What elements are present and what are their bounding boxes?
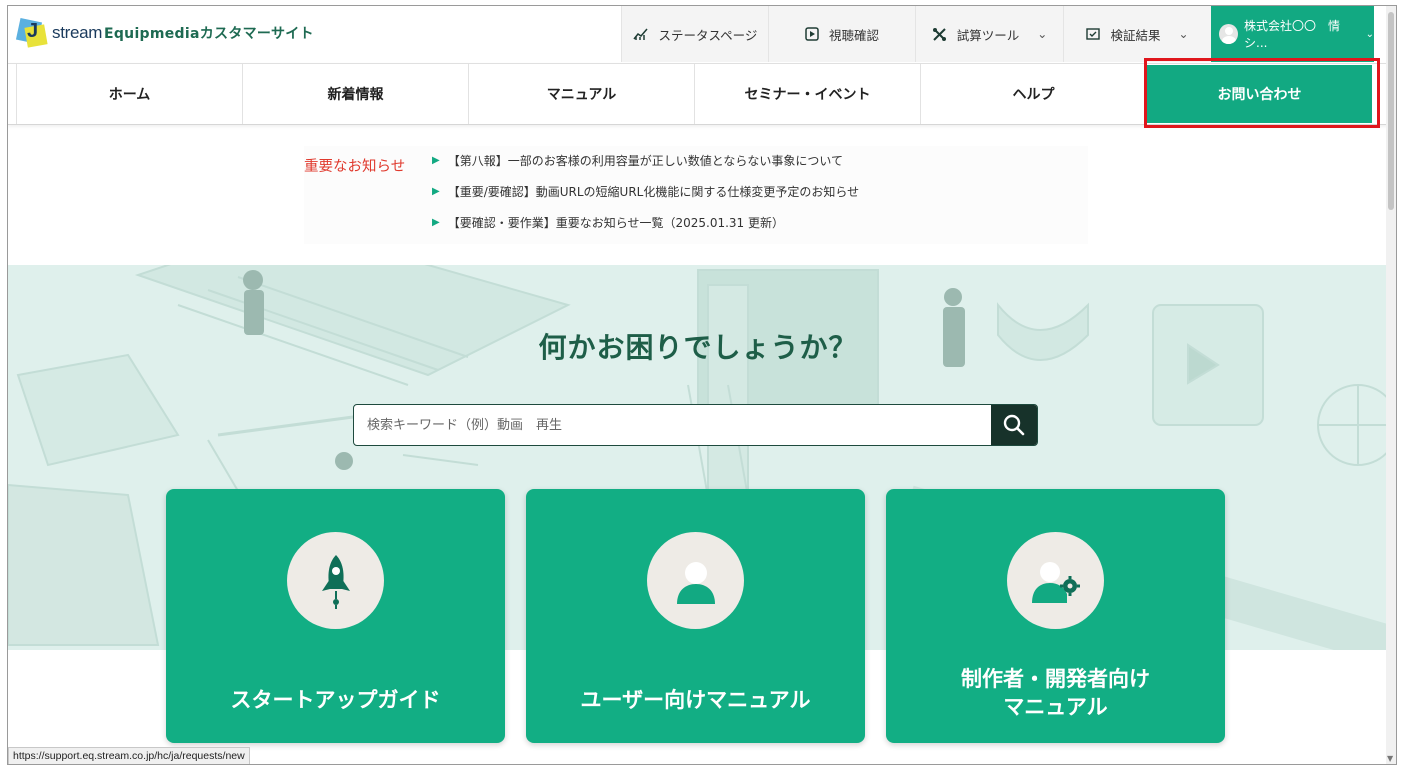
nav-manual[interactable]: マニュアル <box>468 64 694 124</box>
nav-home[interactable]: ホーム <box>16 64 242 124</box>
user-gear-icon-circle <box>1007 532 1104 629</box>
tools-icon <box>932 27 946 41</box>
user-icon <box>676 561 715 604</box>
trial-tool-menu[interactable]: 試算ツール ⌄ <box>915 6 1063 62</box>
user-gear-icon <box>1031 561 1080 603</box>
verify-result-menu[interactable]: 検証結果 ⌄ <box>1063 6 1211 62</box>
notice-item[interactable]: ▶ 【重要/要確認】動画URLの短縮URL化機能に関する仕様変更予定のお知らせ <box>432 184 859 215</box>
search-input[interactable] <box>354 405 991 445</box>
nav-news[interactable]: 新着情報 <box>242 64 468 124</box>
chart-icon <box>632 28 648 40</box>
site-name[interactable]: Equipmediaカスタマーサイト <box>104 23 314 43</box>
play-icon <box>805 27 819 41</box>
nav-contact[interactable]: お問い合わせ <box>1146 65 1372 123</box>
verify-result-label: 検証結果 <box>1110 27 1161 43</box>
account-menu[interactable]: 株式会社〇〇 情シ... ⌄ <box>1211 6 1374 62</box>
search-bar <box>353 404 1038 446</box>
vertical-scrollbar[interactable]: ▼ <box>1386 6 1396 764</box>
triangle-right-icon: ▶ <box>432 217 440 228</box>
chevron-down-icon: ⌄ <box>1365 28 1374 40</box>
avatar <box>1219 24 1239 44</box>
nav-help[interactable]: ヘルプ <box>920 64 1146 124</box>
search-icon <box>1003 414 1025 436</box>
card-label-line2: マニュアル <box>1003 695 1108 719</box>
status-page-label: ステータスページ <box>658 27 758 43</box>
account-name: 株式会社〇〇 情シ... <box>1244 19 1341 50</box>
rocket-icon-circle <box>287 532 384 629</box>
developer-manual-card[interactable]: 制作者・開発者向け マニュアル <box>886 489 1225 743</box>
browser-viewport: J stream Equipmediaカスタマーサイト ステータスページ 視聴確… <box>7 5 1397 765</box>
search-button[interactable] <box>991 405 1037 445</box>
top-bar: J stream Equipmediaカスタマーサイト ステータスページ 視聴確… <box>8 6 1388 64</box>
startup-guide-card[interactable]: スタートアップガイド <box>166 489 505 743</box>
scrollbar-thumb[interactable] <box>1388 12 1394 210</box>
logo-mark-icon: J <box>15 17 52 48</box>
logo-text: stream <box>52 23 103 42</box>
status-page-link[interactable]: ステータスページ <box>621 6 768 62</box>
chevron-down-icon: ⌄ <box>1037 27 1048 41</box>
trial-tool-label: 試算ツール <box>956 27 1020 43</box>
chevron-down-icon: ⌄ <box>1178 27 1189 41</box>
rocket-icon <box>321 554 350 609</box>
card-label: ユーザー向けマニュアル <box>580 688 811 712</box>
jstream-logo[interactable]: J stream <box>15 17 103 48</box>
nav-seminar-event[interactable]: セミナー・イベント <box>694 64 920 124</box>
notices-label: 重要なお知らせ <box>304 159 406 175</box>
card-label: スタートアップガイド <box>230 688 441 712</box>
triangle-right-icon: ▶ <box>432 155 440 166</box>
notice-item[interactable]: ▶ 【第八報】一部のお客様の利用容量が正しい数値とならない事象について <box>432 153 859 184</box>
scroll-down-arrow-icon[interactable]: ▼ <box>1387 754 1393 763</box>
viewing-check-link[interactable]: 視聴確認 <box>768 6 915 62</box>
user-manual-card[interactable]: ユーザー向けマニュアル <box>526 489 865 743</box>
important-notices: 重要なお知らせ ▶ 【第八報】一部のお客様の利用容量が正しい数値とならない事象につ… <box>304 146 1088 244</box>
hero-title: 何かお困りでしょうか？ <box>538 331 858 364</box>
user-icon-circle <box>647 532 744 629</box>
checkbox-icon <box>1086 28 1101 40</box>
main-nav: ホーム 新着情報 マニュアル セミナー・イベント ヘルプ お問い合わせ <box>8 63 1388 125</box>
card-label-line1: 制作者・開発者向け <box>961 667 1150 691</box>
viewing-check-label: 視聴確認 <box>828 27 879 43</box>
notice-item[interactable]: ▶ 【要確認・要作業】重要なお知らせ一覧（2025.01.31 更新） <box>432 215 859 246</box>
triangle-right-icon: ▶ <box>432 186 440 197</box>
status-bar-url: https://support.eq.stream.co.jp/hc/ja/re… <box>8 747 250 764</box>
